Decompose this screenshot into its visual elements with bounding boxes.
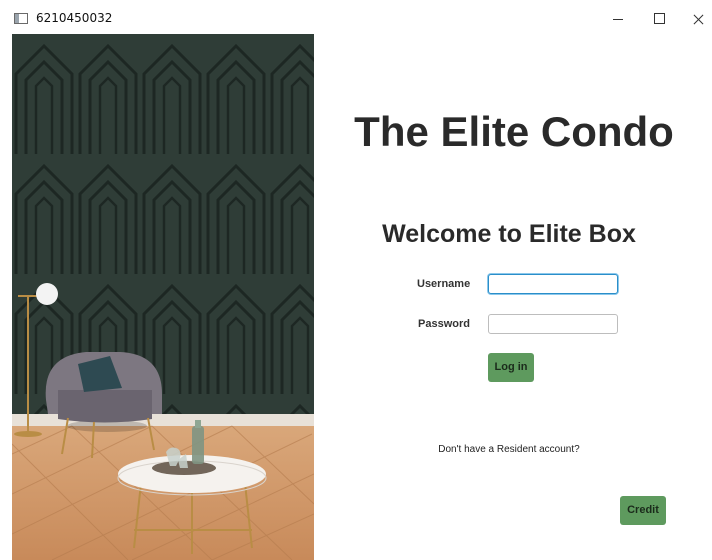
credit-button[interactable]: Credit <box>620 496 666 525</box>
username-input[interactable] <box>488 274 618 294</box>
living-room-image <box>12 34 314 560</box>
signup-link[interactable]: Don't have a Resident account? <box>314 444 704 455</box>
close-button[interactable] <box>678 4 712 32</box>
title-bar: 6210450032 <box>0 0 712 34</box>
living-room-illustration <box>12 34 314 560</box>
app-window: 6210450032 The Elite Condo Welcome to El… <box>0 0 712 560</box>
password-input[interactable] <box>488 314 618 334</box>
app-title: The Elite Condo <box>354 108 674 155</box>
app-icon <box>14 13 28 24</box>
username-label: Username <box>417 278 471 290</box>
welcome-heading: Welcome to Elite Box <box>382 220 636 248</box>
minimize-button[interactable] <box>598 4 638 32</box>
login-button[interactable]: Log in <box>488 353 534 382</box>
password-label: Password <box>418 318 470 330</box>
maximize-button[interactable] <box>638 4 678 32</box>
window-title: 6210450032 <box>36 11 113 25</box>
login-panel: The Elite Condo Welcome to Elite Box Use… <box>314 34 712 560</box>
